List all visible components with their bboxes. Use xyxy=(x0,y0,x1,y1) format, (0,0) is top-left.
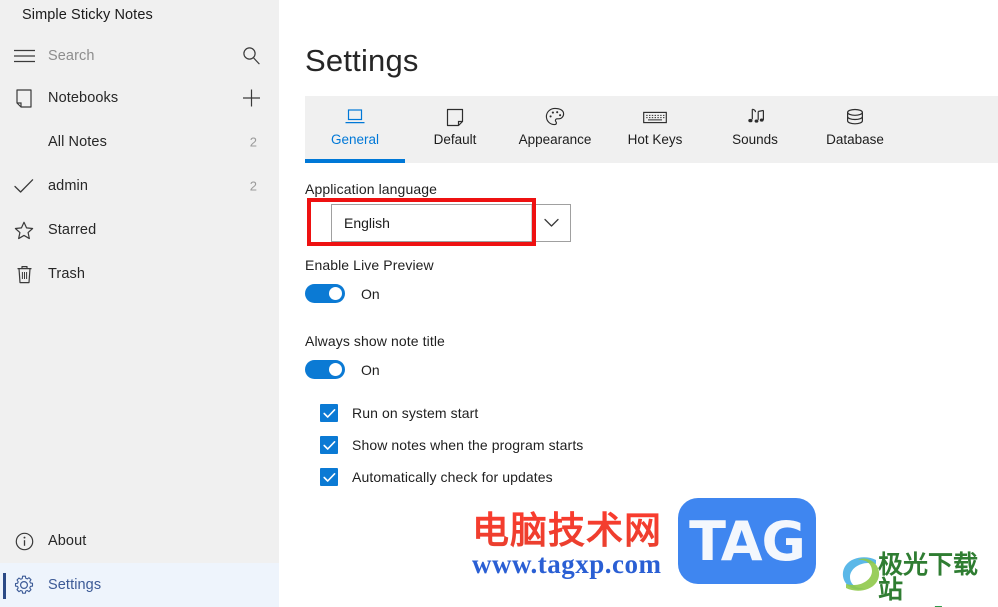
sidebar-item-count: 2 xyxy=(249,178,257,194)
sidebar: Simple Sticky Notes Search Notebooks All… xyxy=(0,0,279,607)
tab-database[interactable]: Database xyxy=(805,96,905,163)
palette-icon xyxy=(545,105,565,129)
sidebar-item-about[interactable]: About xyxy=(0,519,279,563)
sidebar-item-admin[interactable]: admin 2 xyxy=(0,164,279,208)
sidebar-item-all-notes[interactable]: All Notes 2 xyxy=(0,120,279,164)
checkbox-auto-check-updates[interactable]: Automatically check for updates xyxy=(320,461,583,493)
enable-live-preview-block: Enable Live Preview On xyxy=(305,257,434,303)
keyboard-icon xyxy=(643,105,667,129)
app-title: Simple Sticky Notes xyxy=(22,7,153,23)
startup-options: Run on system start Show notes when the … xyxy=(320,397,583,493)
sidebar-item-label: admin xyxy=(48,178,88,194)
music-icon xyxy=(744,105,766,129)
sidebar-item-label: Notebooks xyxy=(48,90,119,106)
checkbox-label: Automatically check for updates xyxy=(352,469,553,485)
database-icon xyxy=(845,105,865,129)
checkbox-run-on-system-start[interactable]: Run on system start xyxy=(320,397,583,429)
always-show-note-title-label: Always show note title xyxy=(305,333,445,349)
toggle-knob xyxy=(329,287,342,300)
tab-label: Hot Keys xyxy=(627,132,683,147)
sidebar-item-trash[interactable]: Trash xyxy=(0,252,279,296)
tab-label: Default xyxy=(433,132,477,147)
always-show-note-title-state: On xyxy=(361,361,380,378)
hamburger-icon[interactable] xyxy=(0,49,48,63)
sidebar-item-label: Trash xyxy=(48,266,86,282)
tab-label: Database xyxy=(826,132,884,147)
application-window: Simple Sticky Notes Search Notebooks All… xyxy=(0,0,998,607)
application-language-select[interactable]: English xyxy=(331,204,571,242)
settings-tabs: General Default Appearance Hot Keys Soun… xyxy=(305,96,998,163)
sidebar-item-label: Starred xyxy=(48,222,97,238)
enable-live-preview-toggle[interactable] xyxy=(305,284,345,303)
application-language-label: Application language xyxy=(305,181,437,197)
gear-icon xyxy=(0,575,48,595)
notebook-icon xyxy=(0,88,48,108)
tab-default[interactable]: Default xyxy=(405,96,505,163)
search-input[interactable]: Search xyxy=(48,48,95,64)
sidebar-item-settings[interactable]: Settings xyxy=(0,563,279,607)
chevron-down-icon[interactable] xyxy=(532,205,570,241)
tab-hot-keys[interactable]: Hot Keys xyxy=(605,96,705,163)
star-icon xyxy=(0,221,48,240)
sidebar-item-label: Settings xyxy=(48,577,102,593)
info-icon xyxy=(0,532,48,551)
sidebar-item-notebooks[interactable]: Notebooks xyxy=(0,76,279,120)
sidebar-search-row[interactable]: Search xyxy=(0,34,279,78)
search-icon[interactable] xyxy=(242,47,261,66)
always-show-note-title-block: Always show note title On xyxy=(305,333,445,379)
sidebar-selection-accent xyxy=(3,573,6,599)
sidebar-item-label: All Notes xyxy=(48,134,107,150)
check-icon xyxy=(0,178,48,194)
checkbox-box[interactable] xyxy=(320,468,338,486)
main-content: Settings General Default Appearance Hot … xyxy=(279,0,998,607)
tab-label: Appearance xyxy=(518,132,592,147)
sidebar-item-starred[interactable]: Starred xyxy=(0,208,279,252)
plus-icon[interactable] xyxy=(242,89,261,108)
sidebar-item-count: 2 xyxy=(249,134,257,150)
checkbox-show-notes-on-start[interactable]: Show notes when the program starts xyxy=(320,429,583,461)
note-icon xyxy=(446,105,464,129)
page-title: Settings xyxy=(305,43,419,78)
checkbox-label: Show notes when the program starts xyxy=(352,437,584,453)
tab-label: Sounds xyxy=(732,132,778,147)
checkbox-box[interactable] xyxy=(320,404,338,422)
always-show-note-title-toggle[interactable] xyxy=(305,360,345,379)
checkbox-box[interactable] xyxy=(320,436,338,454)
tab-general[interactable]: General xyxy=(305,96,405,163)
application-language-value: English xyxy=(332,205,532,241)
toggle-knob xyxy=(329,363,342,376)
tab-sounds[interactable]: Sounds xyxy=(705,96,805,163)
enable-live-preview-state: On xyxy=(361,285,380,302)
sidebar-item-label: About xyxy=(48,533,87,549)
enable-live-preview-label: Enable Live Preview xyxy=(305,257,434,273)
monitor-icon xyxy=(344,105,366,129)
tab-appearance[interactable]: Appearance xyxy=(505,96,605,163)
tab-label: General xyxy=(330,132,380,147)
trash-icon xyxy=(0,265,48,284)
checkbox-label: Run on system start xyxy=(352,405,479,421)
